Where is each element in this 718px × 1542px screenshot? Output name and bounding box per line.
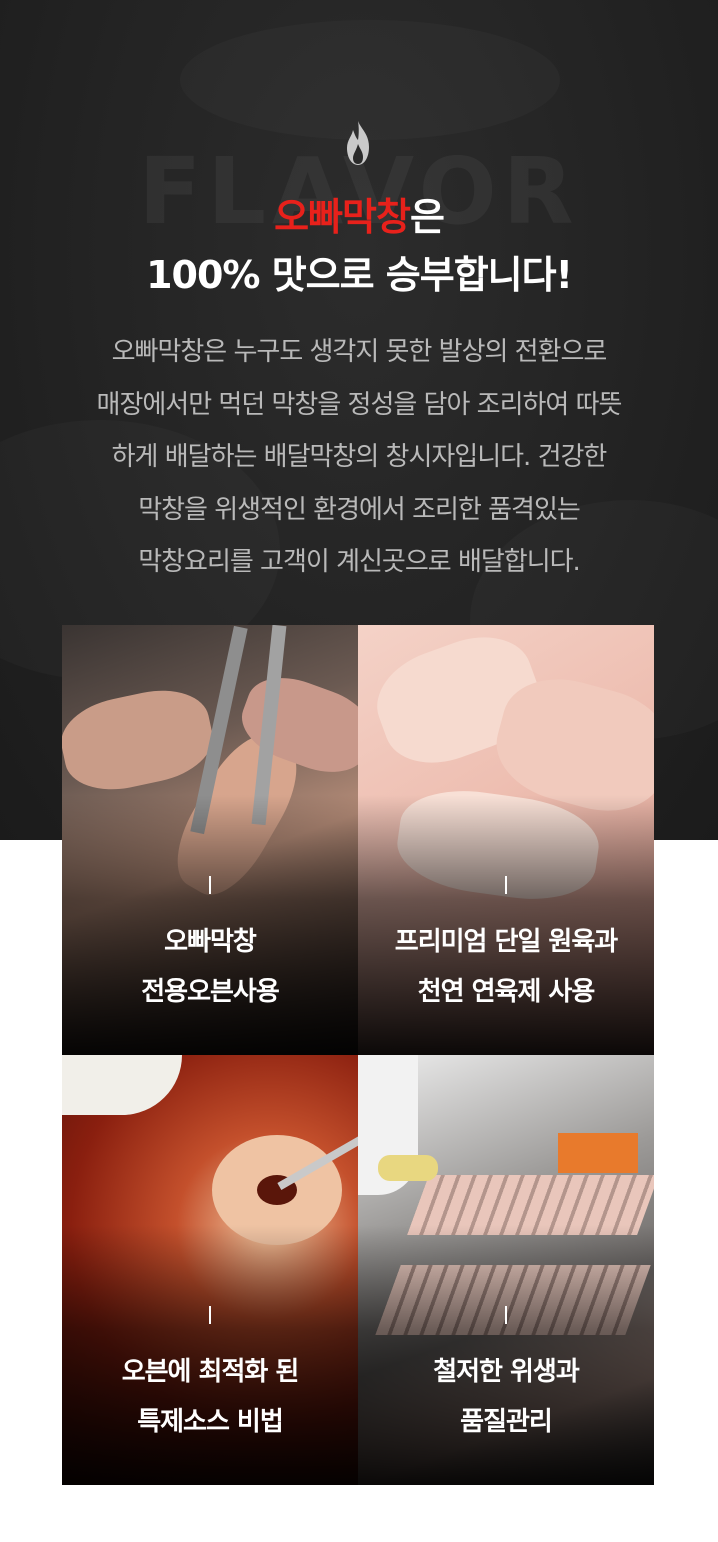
headline-suffix: 은: [409, 195, 445, 239]
feature-tile-meat: 프리미엄 단일 원육과 천연 연육제 사용: [358, 625, 654, 1055]
flame-icon: [347, 121, 369, 165]
divider-tick: [209, 876, 211, 894]
headline-line-1: 오빠막창은: [0, 186, 718, 241]
feature-tile-hygiene: 철저한 위생과 품질관리: [358, 1055, 654, 1485]
brand-name: 오빠막창: [274, 195, 411, 239]
description-line: 매장에서만 먹던 막창을 정성을 담아 조리하여 따뜻: [96, 389, 623, 420]
description-line: 막창요리를 고객이 계신곳으로 배달합니다.: [138, 547, 581, 577]
divider-tick: [505, 876, 507, 894]
feature-caption: 오빠막창 전용오븐사용: [141, 927, 280, 1007]
feature-caption: 오븐에 최적화 된 특제소스 비법: [121, 1357, 300, 1437]
feature-caption: 철저한 위생과 품질관리: [433, 1357, 580, 1437]
description-line: 하게 배달하는 배달막창의 창시자입니다. 건강한: [111, 442, 608, 472]
divider-tick: [209, 1306, 211, 1324]
description-line: 막창을 위생적인 환경에서 조리한 품격있는: [138, 494, 581, 525]
feature-tile-oven: 오빠막창 전용오븐사용: [62, 625, 358, 1055]
feature-tile-sauce: 오븐에 최적화 된 특제소스 비법: [62, 1055, 358, 1485]
description-line: 오빠막창은 누구도 생각지 못한 발상의 전환으로: [111, 337, 608, 367]
description: 오빠막창은 누구도 생각지 못한 발상의 전환으로 매장에서만 먹던 막창을 정…: [30, 326, 688, 589]
divider-tick: [505, 1306, 507, 1324]
feature-caption: 프리미엄 단일 원육과 천연 연육제 사용: [394, 927, 618, 1007]
headline-line-2: 100% 맛으로 승부합니다!: [146, 253, 573, 297]
